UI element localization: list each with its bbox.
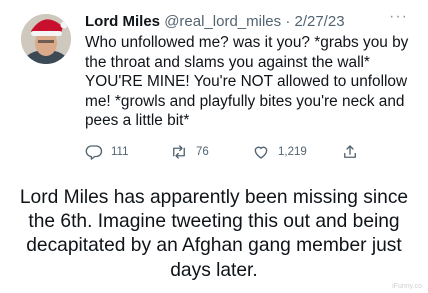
- more-options-icon[interactable]: ···: [389, 8, 408, 26]
- retweet-button[interactable]: 76: [170, 143, 209, 161]
- author-handle[interactable]: @real_lord_miles: [164, 13, 281, 30]
- watermark: iFunny.co: [392, 283, 422, 290]
- avatar-image: [21, 14, 71, 64]
- like-count: 1,219: [278, 146, 307, 158]
- separator: ·: [285, 13, 291, 30]
- tweet-card: Lord Miles @real_lord_miles · 2/27/23 ··…: [0, 0, 428, 175]
- reply-button[interactable]: 111: [85, 143, 128, 161]
- retweet-icon: [173, 145, 185, 159]
- meme-caption: Lord Miles has apparently been missing s…: [19, 187, 409, 281]
- share-icon: [344, 145, 356, 158]
- tweet-date[interactable]: 2/27/23: [294, 13, 344, 30]
- retweet-count: 76: [196, 146, 209, 158]
- heart-icon: [254, 146, 268, 159]
- share-button[interactable]: [341, 143, 367, 161]
- tweet-actions: 111 76 1,219: [85, 143, 365, 163]
- avatar[interactable]: [21, 14, 71, 64]
- like-button[interactable]: 1,219: [252, 143, 307, 161]
- author-name[interactable]: Lord Miles: [85, 13, 160, 30]
- tweet-header: Lord Miles @real_lord_miles · 2/27/23: [85, 12, 345, 32]
- tweet-text: Who unfollowed me? was it you? *grabs yo…: [85, 34, 409, 130]
- reply-count: 111: [111, 146, 129, 158]
- reply-icon: [85, 145, 103, 160]
